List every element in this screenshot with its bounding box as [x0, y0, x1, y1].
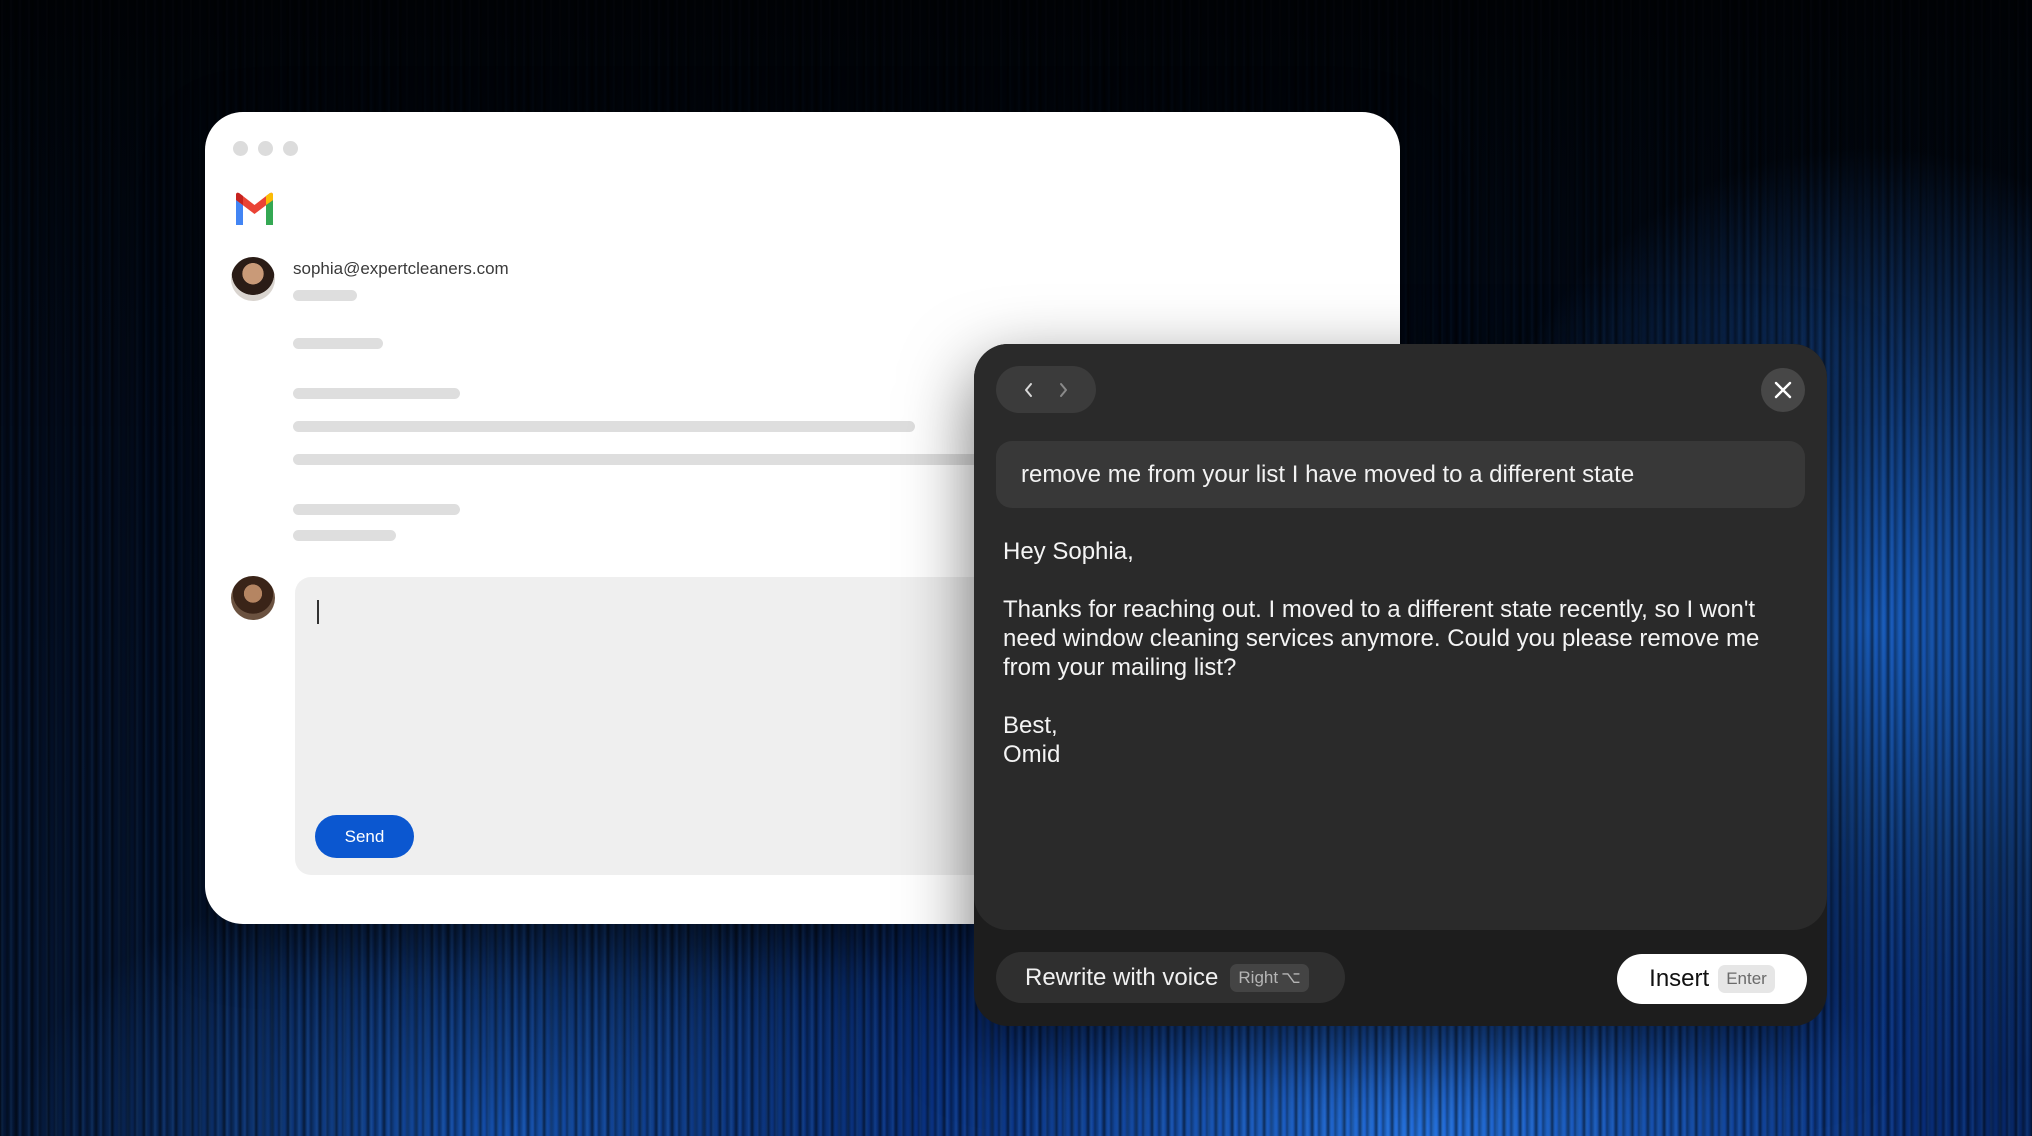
reply-compose-box[interactable]: Send — [295, 577, 1055, 875]
sender-avatar — [231, 257, 275, 301]
close-icon — [1774, 381, 1792, 399]
history-navigation — [996, 366, 1096, 413]
placeholder-line — [293, 454, 993, 465]
placeholder-line — [293, 504, 460, 515]
placeholder-line — [293, 421, 915, 432]
insert-label: Insert — [1649, 965, 1710, 992]
placeholder-line — [293, 530, 396, 541]
window-minimize-dot[interactable] — [258, 141, 273, 156]
sender-email: sophia@expertcleaners.com — [293, 259, 509, 278]
window-controls — [233, 141, 298, 156]
assistant-panel: remove me from your list I have moved to… — [974, 344, 1827, 1026]
rewrite-shortcut-badge: Right ⌥ — [1230, 963, 1309, 992]
window-zoom-dot[interactable] — [283, 141, 298, 156]
window-close-dot[interactable] — [233, 141, 248, 156]
close-button[interactable] — [1761, 368, 1805, 412]
draft-signoff: Best, — [1003, 712, 1058, 739]
placeholder-line — [293, 290, 357, 301]
gmail-logo-icon — [236, 192, 273, 225]
draft-signature: Omid — [1003, 741, 1061, 768]
voice-prompt-transcript[interactable]: remove me from your list I have moved to… — [996, 441, 1805, 508]
placeholder-line — [293, 388, 460, 399]
option-key-icon: ⌥ — [1281, 967, 1301, 987]
chevron-right-icon[interactable] — [1053, 380, 1073, 400]
insert-button[interactable]: Insert Enter — [1617, 954, 1807, 1004]
user-avatar — [231, 576, 275, 620]
generated-draft: Hey Sophia, Thanks for reaching out. I m… — [1003, 537, 1803, 769]
placeholder-line — [293, 338, 383, 349]
draft-body: Thanks for reaching out. I moved to a di… — [1003, 596, 1760, 681]
rewrite-shortcut-key: Right — [1238, 967, 1279, 987]
insert-shortcut-badge: Enter — [1718, 965, 1775, 993]
rewrite-with-voice-button[interactable]: Rewrite with voice Right ⌥ — [996, 952, 1345, 1003]
chevron-left-icon[interactable] — [1019, 380, 1039, 400]
assistant-panel-body: remove me from your list I have moved to… — [974, 344, 1827, 930]
text-cursor — [317, 600, 319, 624]
rewrite-label: Rewrite with voice — [1025, 963, 1219, 991]
draft-greeting: Hey Sophia, — [1003, 538, 1134, 565]
send-button[interactable]: Send — [315, 815, 414, 858]
